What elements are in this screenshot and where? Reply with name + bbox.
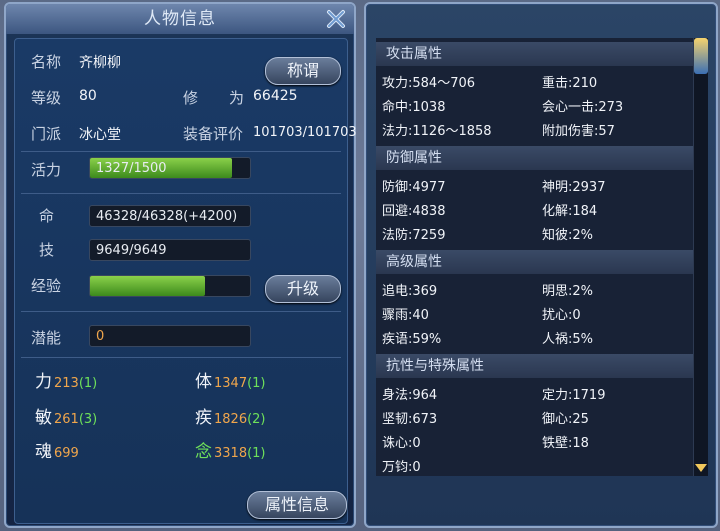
- attr-physique-value: 1347: [214, 376, 248, 391]
- attr-agility-name: 敏: [35, 408, 52, 428]
- stat-iron-wall: 铁壁:18: [542, 436, 589, 451]
- cultivation-label-2: 为: [229, 89, 245, 107]
- attr-mind-name: 念: [195, 442, 212, 462]
- attr-strength: 力 213(1): [35, 367, 97, 392]
- attr-soul: 魂 699: [35, 437, 79, 462]
- attr-agility-bonus: (3): [78, 412, 98, 427]
- attr-speed-name: 疾: [195, 408, 212, 428]
- divider: [21, 357, 341, 358]
- close-icon[interactable]: [324, 7, 348, 31]
- gear-score-value: 101703/101703: [253, 125, 357, 140]
- cultivation-label-1: 修: [183, 89, 199, 107]
- stat-attack: 攻力:584～706: [382, 76, 476, 91]
- vitality-label: 活力: [31, 161, 62, 179]
- attr-agility: 敏 261(3): [35, 403, 97, 428]
- stat-defense: 防御:4977: [382, 180, 446, 195]
- stat-composure: 定力:1719: [542, 388, 606, 403]
- scroll-down-arrow-icon[interactable]: [695, 464, 707, 472]
- divider: [21, 311, 341, 312]
- life-value: 46328/46328(+4200): [96, 209, 238, 224]
- stat-calamity: 人祸:5%: [542, 332, 594, 347]
- stat-heart-strike: 诛心:0: [382, 436, 421, 451]
- name-label: 名称: [31, 53, 62, 71]
- stat-swift-chant: 疾语:59%: [382, 332, 442, 347]
- attr-strength-name: 力: [35, 372, 52, 392]
- life-bar: 46328/46328(+4200): [89, 205, 251, 227]
- divider: [21, 193, 341, 194]
- stat-evasion: 回避:4838: [382, 204, 446, 219]
- stat-disrupt: 扰心:0: [542, 308, 581, 323]
- sect-value: 冰心堂: [79, 127, 121, 143]
- stat-hit: 命中:1038: [382, 100, 446, 115]
- attr-physique-name: 体: [195, 372, 212, 392]
- stat-agility: 身法:964: [382, 388, 438, 403]
- attr-soul-value: 699: [54, 446, 79, 461]
- stat-toughness: 坚韧:673: [382, 412, 438, 427]
- section-defense-header: 防御属性: [376, 146, 694, 170]
- stat-clarity: 明思:2%: [542, 284, 594, 299]
- stat-bonus-damage: 附加伤害:57: [542, 124, 615, 139]
- scrollbar[interactable]: [693, 38, 708, 476]
- character-name: 齐柳柳: [79, 55, 121, 71]
- scroll-thumb[interactable]: [694, 38, 708, 74]
- attr-physique-bonus: (1): [247, 376, 266, 391]
- level-value: 80: [79, 88, 97, 104]
- exp-bar-fill: [90, 276, 206, 296]
- stat-mighty: 万钧:0: [382, 460, 421, 475]
- skill-value: 9649/9649: [96, 243, 167, 258]
- divider: [21, 151, 341, 152]
- attribute-info-button[interactable]: 属性信息: [247, 491, 347, 519]
- attr-strength-value: 213: [54, 376, 79, 391]
- levelup-button[interactable]: 升级: [265, 275, 341, 303]
- attr-speed-bonus: (2): [247, 412, 266, 427]
- exp-label: 经验: [31, 277, 62, 295]
- potential-label: 潜能: [31, 329, 62, 347]
- skill-label: 技: [39, 241, 55, 259]
- section-resist-header: 抗性与特殊属性: [376, 354, 694, 378]
- attr-speed-value: 1826: [214, 412, 248, 427]
- attr-strength-bonus: (1): [78, 376, 98, 391]
- attr-soul-name: 魂: [35, 442, 52, 462]
- stat-insight: 知彼:2%: [542, 228, 594, 243]
- life-label: 命: [39, 207, 55, 225]
- gear-score-label: 装备评价: [183, 125, 244, 143]
- stat-resolve: 化解:184: [542, 204, 598, 219]
- stat-mind-guard: 御心:25: [542, 412, 589, 427]
- vitality-bar: 1327/1500: [89, 157, 251, 179]
- potential-field: 0: [89, 325, 251, 347]
- stat-magic-defense: 法防:7259: [382, 228, 446, 243]
- exp-bar: [89, 275, 251, 297]
- cultivation-value: 66425: [253, 88, 298, 104]
- skill-bar: 9649/9649: [89, 239, 251, 261]
- stat-divinity: 神明:2937: [542, 180, 606, 195]
- attr-mind-value: 3318: [214, 446, 248, 461]
- stat-chase-lightning: 追电:369: [382, 284, 438, 299]
- character-info-panel: 人物信息 名称 齐柳柳 称谓 等级 80 修 为 66425 门派 冰心堂 装备…: [4, 2, 357, 528]
- stat-magic: 法力:1126～1858: [382, 124, 492, 139]
- attr-agility-value: 261: [54, 412, 79, 427]
- attribute-detail-panel: 攻击属性 攻力:584～706 重击:210 命中:1038 会心一击:273 …: [364, 2, 718, 528]
- section-advanced-header: 高级属性: [376, 250, 694, 274]
- window-title: 人物信息: [6, 4, 354, 34]
- attr-speed: 疾 1826(2): [195, 403, 266, 428]
- stat-downpour: 骤雨:40: [382, 308, 429, 323]
- vitality-value: 1327/1500: [96, 161, 167, 176]
- section-attack-header: 攻击属性: [376, 42, 694, 66]
- title-button[interactable]: 称谓: [265, 57, 341, 85]
- potential-value: 0: [96, 329, 105, 344]
- attr-mind-bonus: (1): [247, 446, 266, 461]
- character-info-body: 名称 齐柳柳 称谓 等级 80 修 为 66425 门派 冰心堂 装备评价 10…: [14, 38, 357, 524]
- level-label: 等级: [31, 89, 62, 107]
- attr-mind: 念 3318(1): [195, 437, 266, 462]
- attr-physique: 体 1347(1): [195, 367, 266, 392]
- sect-label: 门派: [31, 125, 62, 143]
- stat-crit-strike: 会心一击:273: [542, 100, 624, 115]
- attribute-list: 攻击属性 攻力:584～706 重击:210 命中:1038 会心一击:273 …: [376, 38, 694, 476]
- stat-critical: 重击:210: [542, 76, 598, 91]
